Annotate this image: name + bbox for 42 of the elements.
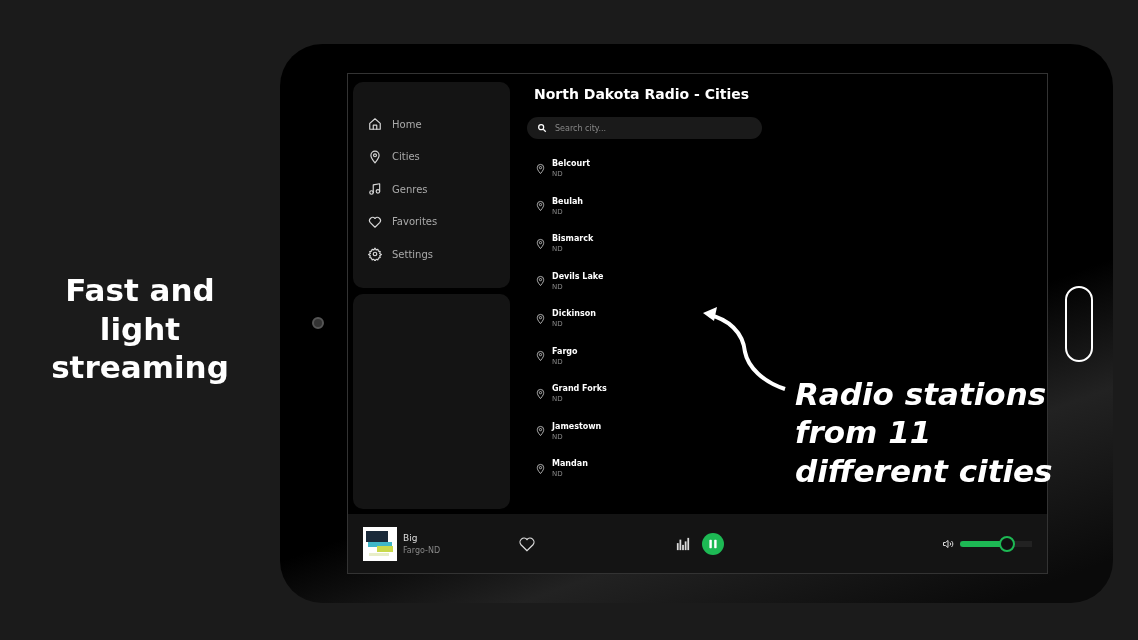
- location-pin-icon: [535, 424, 546, 438]
- city-name[interactable]: Devils Lake: [552, 271, 604, 281]
- location-pin-icon: [535, 274, 546, 288]
- city-name[interactable]: Fargo: [552, 346, 578, 356]
- location-pin-icon: [535, 349, 546, 363]
- city-name[interactable]: Bismarck: [552, 234, 594, 243]
- station-name: Big: [403, 532, 419, 543]
- location-pin-icon: [535, 236, 546, 251]
- station-location: Fargo-ND: [403, 545, 441, 555]
- pause-icon: [707, 537, 719, 550]
- city-name[interactable]: Belcourt: [552, 159, 590, 168]
- location-pin-icon: [535, 161, 546, 176]
- location-pin-icon: [535, 461, 546, 476]
- headline: Fast and light streaming: [50, 270, 230, 388]
- pause-button[interactable]: [702, 532, 724, 555]
- sidebar-item[interactable]: Settings: [368, 244, 495, 265]
- sidebar-item[interactable]: Favorites: [368, 211, 495, 232]
- city-name[interactable]: Mandan: [552, 459, 588, 468]
- volume-thumb[interactable]: [998, 535, 1015, 552]
- settings-icon: [368, 247, 382, 262]
- city-name[interactable]: Grand Forks: [552, 384, 607, 393]
- home-button[interactable]: [1065, 286, 1093, 362]
- city-name[interactable]: Jamestown: [552, 421, 602, 431]
- page-title: North Dakota Radio - Cities: [534, 86, 751, 102]
- home-icon: [368, 117, 382, 132]
- location-pin-icon: [368, 149, 382, 164]
- city-name[interactable]: Dickinson: [552, 309, 596, 318]
- search-field[interactable]: Search city...: [527, 117, 762, 139]
- volume-icon: [942, 537, 954, 550]
- callout-text: Radio stations from 11 different cities: [795, 375, 1054, 491]
- search-icon: [537, 123, 547, 133]
- location-pin-icon: [535, 199, 546, 213]
- city-name[interactable]: Beulah: [552, 196, 584, 206]
- sidebar-item[interactable]: Cities: [368, 146, 495, 167]
- sidebar-item[interactable]: Home: [368, 114, 495, 135]
- camera-icon: [312, 317, 324, 329]
- equalizer-icon[interactable]: [676, 536, 690, 551]
- heart-icon: [368, 214, 382, 229]
- sidebar-item[interactable]: Genres: [368, 179, 495, 200]
- location-pin-icon: [535, 386, 546, 401]
- location-pin-icon: [535, 311, 546, 326]
- music-note-icon: [368, 182, 382, 197]
